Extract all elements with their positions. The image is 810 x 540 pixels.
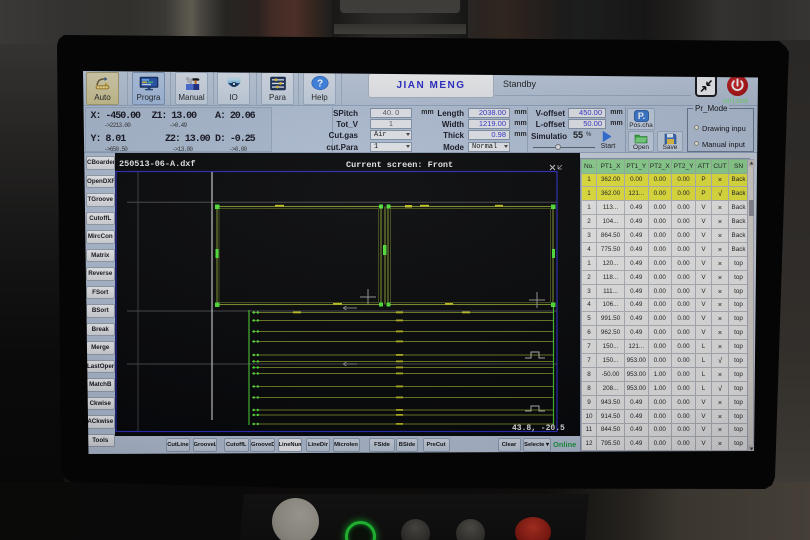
svg-text:Current screen: Front: Current screen: Front [346,160,453,170]
svg-text:?: ? [316,79,322,90]
svg-text:250513-06-A.dxf: 250513-06-A.dxf [119,159,196,169]
svg-text:P.: P. [637,111,644,121]
